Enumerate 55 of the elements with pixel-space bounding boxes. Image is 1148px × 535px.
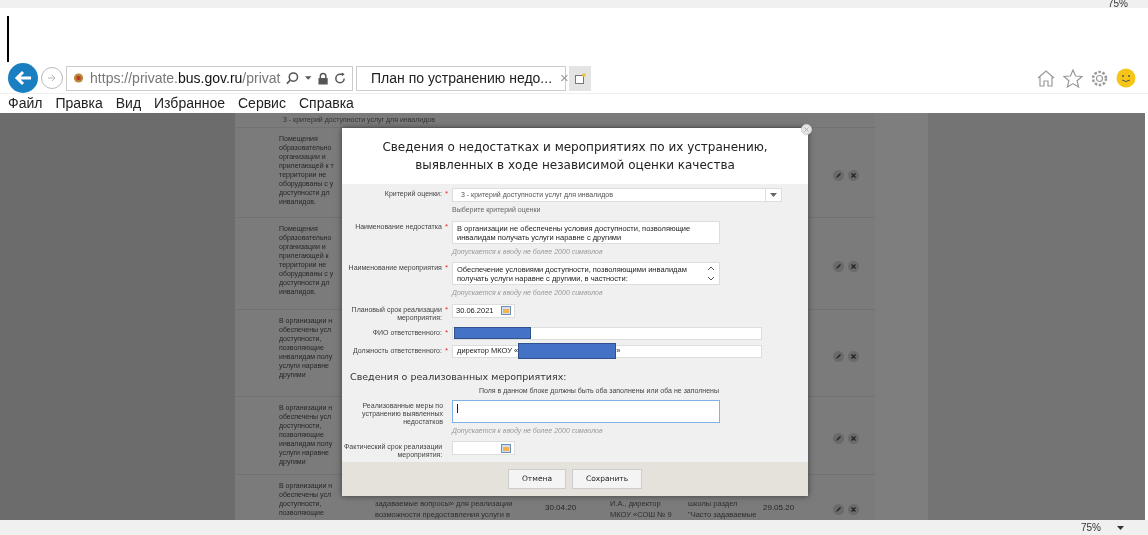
emblem-icon [73, 72, 85, 84]
delete-icon[interactable] [848, 261, 859, 272]
required-mark: * [444, 264, 448, 274]
forward-arrow-icon [47, 73, 57, 83]
required-mark: * [444, 305, 448, 316]
edit-icon[interactable] [833, 350, 844, 362]
new-tab-icon [574, 72, 586, 84]
scroll-arrows-icon[interactable] [707, 265, 715, 282]
lock-icon [317, 71, 328, 85]
close-icon [804, 127, 809, 132]
delete-icon[interactable] [848, 170, 859, 181]
dialog-title: Сведения о недостатках и мероприятиях по их устранению, выявленных в ходе независимой оценки качества [381, 139, 769, 174]
back-arrow-icon [14, 70, 32, 86]
caret-icon[interactable] [1117, 525, 1124, 530]
new-tab-button[interactable] [569, 65, 591, 91]
refresh-icon[interactable] [334, 71, 346, 85]
home-icon[interactable] [1036, 69, 1056, 87]
search-icon[interactable] [286, 71, 300, 85]
required-mark: * [444, 190, 448, 200]
section-title: Сведения о реализованных мероприятиях: [349, 370, 568, 382]
caret-icon [770, 193, 777, 197]
address-bar[interactable]: https://private.bus.gov.ru/privat [66, 65, 353, 91]
menu-item[interactable]: Справка [298, 93, 354, 114]
delete-icon[interactable] [848, 350, 859, 362]
text-field[interactable] [452, 326, 762, 340]
calendar-icon[interactable] [501, 443, 511, 453]
menu-item[interactable]: Правка [55, 93, 103, 114]
text-cursor [457, 403, 458, 413]
zoom-level[interactable]: 75% [1081, 520, 1101, 535]
menu-item[interactable]: Сервис [238, 93, 286, 114]
menu-item[interactable]: Вид [115, 93, 142, 114]
smiley-icon[interactable] [1116, 68, 1136, 88]
back-button[interactable] [8, 63, 38, 93]
required-mark: * [444, 346, 448, 357]
settings-icon[interactable] [1090, 68, 1109, 88]
edit-icon[interactable] [833, 504, 844, 515]
date-text: 30.04.20 [545, 502, 577, 514]
date-text: 29.05.20 [763, 502, 795, 514]
caret-icon[interactable] [305, 76, 312, 80]
required-mark: * [444, 328, 448, 339]
delete-icon[interactable] [848, 504, 859, 515]
edit-icon[interactable] [833, 170, 844, 181]
menu-item[interactable]: Файл [8, 93, 43, 114]
date-field[interactable] [452, 441, 515, 455]
menu-item[interactable]: Избранное [154, 93, 225, 114]
calendar-icon[interactable] [501, 306, 511, 315]
star-icon[interactable] [1063, 68, 1083, 88]
zoom-level[interactable]: 75% [1108, 0, 1128, 8]
text-area[interactable] [452, 399, 720, 423]
close-button[interactable] [801, 124, 812, 135]
edit-icon[interactable] [833, 433, 844, 444]
edit-icon[interactable] [833, 261, 844, 272]
browser-tab[interactable]: План по устранению недо... × [356, 65, 566, 91]
required-mark: * [444, 222, 448, 233]
delete-icon[interactable] [848, 433, 859, 444]
